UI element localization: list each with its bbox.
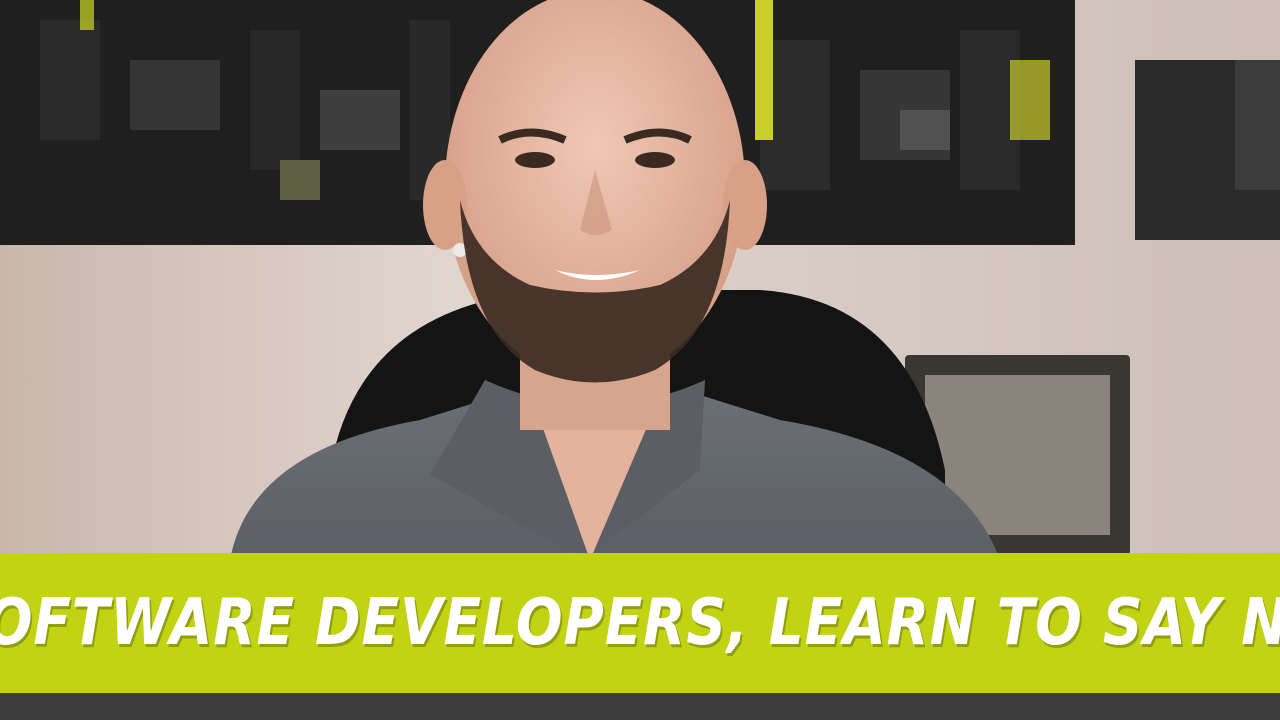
title-banner: SOFTWARE DEVELOPERS, LEARN TO SAY NO	[0, 553, 1280, 693]
banner-title: SOFTWARE DEVELOPERS, LEARN TO SAY NO	[0, 586, 1280, 660]
right-eye	[635, 152, 675, 168]
thumbnail-frame: SOFTWARE DEVELOPERS, LEARN TO SAY NO	[0, 0, 1280, 720]
left-eye	[515, 152, 555, 168]
